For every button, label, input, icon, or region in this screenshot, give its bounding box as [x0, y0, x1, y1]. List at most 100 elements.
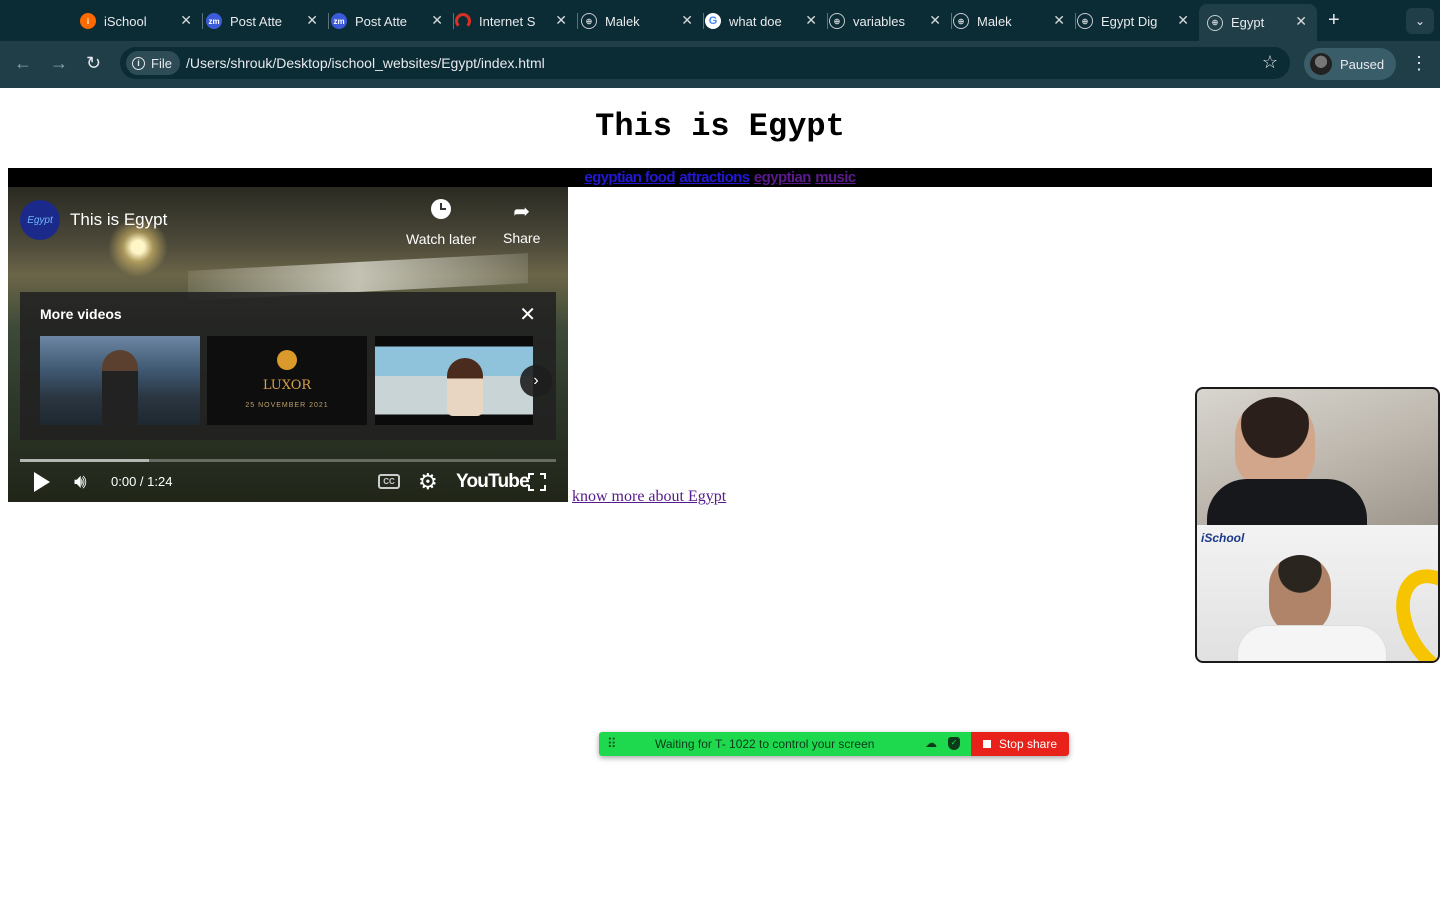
browser-toolbar: ← → ↻ i File /Users/shrouk/Desktop/ischo… — [0, 41, 1440, 88]
chevron-right-icon: › — [533, 372, 539, 389]
share-label: Share — [503, 230, 541, 246]
nav-link-music[interactable]: music — [815, 169, 856, 186]
video-time: 0:00 / 1:24 — [111, 474, 173, 489]
profile-status: Paused — [1340, 56, 1385, 72]
zoom-video-panel[interactable]: iSchool — [1195, 387, 1440, 663]
participant-body — [1207, 479, 1367, 529]
stop-share-label: Stop share — [998, 737, 1058, 751]
thumbnail-person — [102, 350, 138, 425]
new-tab-button[interactable]: + — [1328, 9, 1340, 32]
tab-separator — [951, 13, 952, 29]
nav-link-attractions[interactable]: attractions — [679, 169, 750, 186]
participant-head — [1235, 397, 1315, 487]
close-icon[interactable]: ✕ — [180, 12, 192, 29]
participant-body — [1237, 625, 1387, 661]
globe-icon: ⊕ — [581, 13, 597, 29]
browser-tab-bar: i iSchool ✕ zm Post Atte ✕ zm Post Atte … — [0, 0, 1440, 41]
fullscreen-icon[interactable] — [528, 473, 546, 491]
drag-handle-icon[interactable]: ⠿ — [607, 736, 617, 752]
stop-icon — [982, 740, 991, 748]
close-icon[interactable]: ✕ — [555, 12, 567, 29]
share-arrow-icon: ➦ — [513, 201, 531, 223]
cloud-icon[interactable]: ☁ — [925, 736, 937, 750]
close-icon[interactable]: ✕ — [805, 12, 817, 29]
kebab-menu-icon[interactable]: ⋮ — [1410, 53, 1428, 74]
close-icon[interactable]: ✕ — [1053, 12, 1065, 29]
tab-egypt-dig[interactable]: ⊕ Egypt Dig ✕ — [1077, 6, 1199, 36]
tab-separator — [577, 13, 578, 29]
bookmark-star-icon[interactable]: ☆ — [1262, 52, 1278, 73]
screen-share-bar[interactable]: ⠿ Waiting for T- 1022 to control your sc… — [599, 732, 1069, 756]
share-button[interactable]: ➦ Share — [503, 199, 540, 246]
related-video-thumbnail-2[interactable]: LUXOR 25 NOVEMBER 2021 — [207, 336, 367, 425]
thumbnail-person — [447, 358, 483, 416]
tab-post-attendance-2[interactable]: zm Post Atte ✕ — [331, 6, 454, 36]
related-video-thumbnail-3[interactable] — [375, 336, 533, 425]
related-video-thumbnail-1[interactable] — [40, 336, 200, 425]
watch-later-button[interactable]: Watch later — [406, 199, 476, 247]
video-progress-bar[interactable] — [20, 459, 556, 462]
tab-title: Egypt — [1231, 15, 1265, 30]
participant-video-2: iSchool — [1197, 525, 1438, 661]
channel-logo[interactable]: Egypt — [20, 200, 60, 240]
youtube-embed[interactable]: Egypt This is Egypt Watch later ➦ Share … — [8, 187, 568, 502]
tab-egypt-active[interactable]: ⊕ Egypt ✕ — [1199, 4, 1317, 41]
address-bar[interactable]: i File /Users/shrouk/Desktop/ischool_web… — [120, 47, 1290, 79]
tab-title: Post Atte — [355, 13, 408, 29]
nav-link-egyptian-food[interactable]: egyptian food — [584, 169, 675, 186]
tab-internet-speed[interactable]: Internet S ✕ — [455, 6, 578, 36]
close-icon[interactable]: ✕ — [1177, 12, 1189, 29]
next-thumbnails-button[interactable]: › — [520, 365, 552, 397]
tab-post-attendance-1[interactable]: zm Post Atte ✕ — [206, 6, 329, 36]
gear-icon[interactable]: ⚙ — [418, 469, 438, 495]
forward-button[interactable]: → — [50, 53, 68, 74]
tab-ischool[interactable]: i iSchool ✕ — [80, 6, 203, 36]
url-text[interactable]: /Users/shrouk/Desktop/ischool_websites/E… — [186, 55, 545, 71]
shield-icon[interactable]: ✓ — [948, 737, 960, 750]
video-title[interactable]: This is Egypt — [70, 210, 167, 230]
back-button[interactable]: ← — [14, 53, 32, 74]
volume-icon[interactable]: 🔊︎ — [74, 471, 87, 494]
arrow-left-icon: ← — [14, 53, 32, 73]
nav-link-egyptian[interactable]: egyptian — [754, 169, 811, 186]
tab-title: iSchool — [104, 13, 147, 29]
luxor-sun-icon — [277, 350, 297, 370]
globe-icon: ⊕ — [1077, 13, 1093, 29]
close-icon[interactable]: ✕ — [519, 302, 536, 327]
participant-head — [1269, 555, 1331, 635]
thumbnail-date: 25 NOVEMBER 2021 — [245, 402, 329, 409]
tab-separator — [328, 13, 329, 29]
profile-button[interactable]: Paused — [1304, 48, 1397, 80]
close-icon[interactable]: ✕ — [929, 12, 941, 29]
know-more-link[interactable]: know more about Egypt — [572, 488, 726, 506]
close-icon[interactable]: ✕ — [306, 12, 318, 29]
tab-title: variables — [853, 13, 906, 29]
tab-separator — [703, 13, 704, 29]
play-icon[interactable] — [34, 472, 50, 492]
tab-variables[interactable]: ⊕ variables ✕ — [829, 6, 952, 36]
site-info-chip[interactable]: i File — [126, 51, 180, 75]
tab-search-button[interactable]: ⌄ — [1406, 8, 1434, 34]
zoom-icon: zm — [331, 13, 347, 29]
close-icon[interactable]: ✕ — [1295, 13, 1307, 30]
tab-google-search[interactable]: G what doe ✕ — [705, 6, 828, 36]
share-status-text: Waiting for T- 1022 to control your scre… — [655, 737, 875, 751]
more-videos-title: More videos — [40, 306, 122, 322]
tab-malek-2[interactable]: ⊕ Malek ✕ — [953, 6, 1076, 36]
tab-title: Malek — [605, 13, 640, 29]
captions-icon[interactable]: CC — [378, 474, 400, 489]
more-videos-panel: More videos ✕ LUXOR 25 NOVEMBER 2021 › — [20, 292, 556, 440]
close-icon[interactable]: ✕ — [431, 12, 443, 29]
google-icon: G — [705, 13, 721, 29]
close-icon[interactable]: ✕ — [681, 12, 693, 29]
chevron-down-icon: ⌄ — [1414, 14, 1426, 28]
background-arc — [1377, 553, 1438, 661]
tab-separator — [202, 13, 203, 29]
youtube-logo[interactable]: YouTube — [456, 471, 530, 493]
stop-share-button[interactable]: Stop share — [971, 732, 1069, 756]
tab-malek-1[interactable]: ⊕ Malek ✕ — [581, 6, 704, 36]
reload-button[interactable]: ↻ — [86, 53, 101, 74]
clock-icon — [431, 199, 452, 219]
tab-title: what doe — [729, 13, 782, 29]
share-status-area: ⠿ Waiting for T- 1022 to control your sc… — [599, 732, 971, 756]
